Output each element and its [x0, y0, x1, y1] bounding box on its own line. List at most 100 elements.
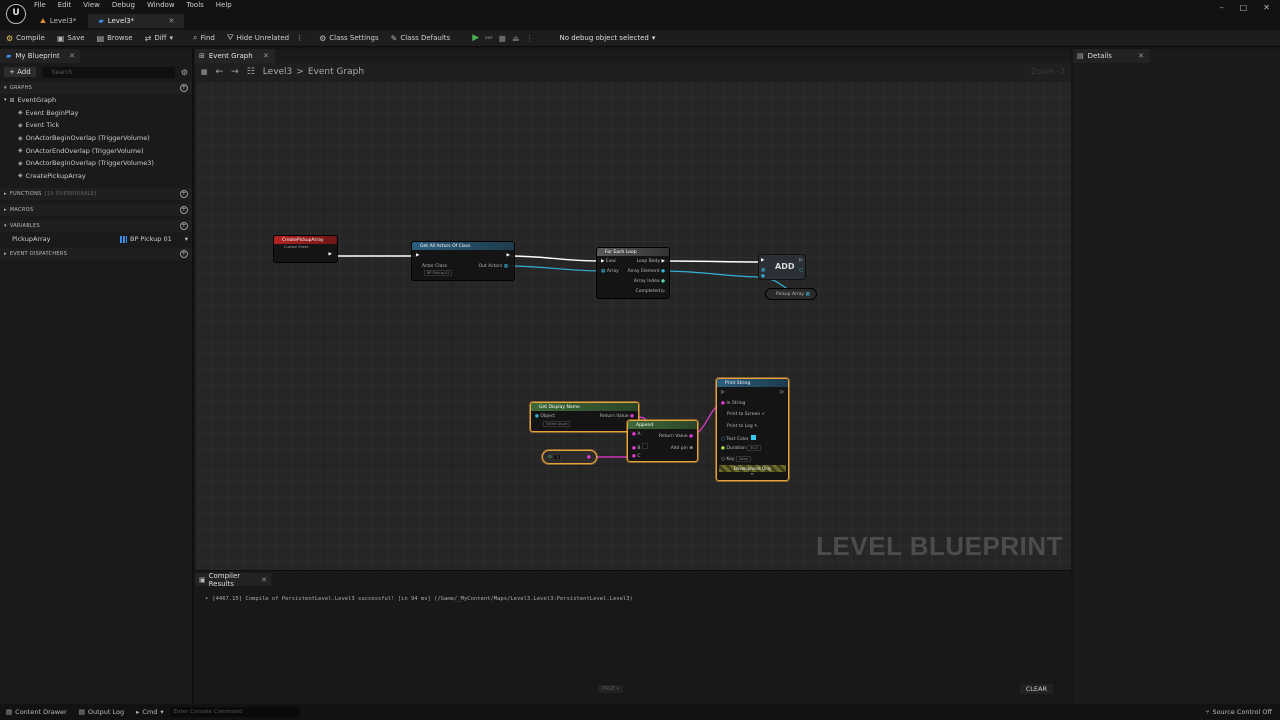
variable-type[interactable]: BP Pickup 01 ▾ [119, 235, 188, 243]
add-graph-icon[interactable]: + [180, 84, 188, 92]
graph-canvas[interactable]: CreatePickupArray Custom Event ▶ Get All… [195, 81, 1071, 570]
select-asset-dropdown[interactable]: Select Asset [543, 421, 571, 427]
class-defaults-button[interactable]: ✎ Class Defaults [385, 30, 457, 47]
add-item-pin-icon[interactable]: ● [761, 274, 765, 279]
diff-button[interactable]: ⇄ Diff ▾ [139, 30, 179, 47]
variables-section-header[interactable]: ▾ VARIABLES + [0, 220, 192, 233]
find-button[interactable]: ⌕ Find [187, 30, 221, 47]
text-color-pin[interactable]: ○ Text Color [721, 435, 756, 442]
breadcrumb-level3[interactable]: Level3 [263, 67, 292, 77]
menu-tools[interactable]: Tools [187, 1, 204, 9]
menu-view[interactable]: View [83, 1, 100, 9]
append-b-pin[interactable]: ● B [632, 443, 649, 451]
pickup-array-pin[interactable]: Pickup Array ▦ [776, 292, 810, 297]
append-a-pin[interactable]: ● A [632, 432, 640, 437]
stop-icon[interactable]: ■ [498, 34, 506, 43]
macros-section-header[interactable]: ▸ MACROS + [0, 204, 192, 217]
compile-button[interactable]: ⚙ Compile [0, 30, 51, 47]
class-settings-button[interactable]: ⚙ Class Settings [313, 30, 385, 47]
print-to-log-pin[interactable]: Print to Log ↖ [727, 424, 758, 429]
color-swatch[interactable] [750, 435, 756, 440]
maximize-button[interactable]: □ [1240, 3, 1248, 12]
more-options-icon[interactable]: ⋮ [296, 34, 303, 42]
foreach-exec-pin[interactable]: ▶ Exec [601, 259, 617, 264]
duration-input[interactable]: 60.0 [747, 445, 762, 451]
out-actors-pin[interactable]: Out Actors ▦ [479, 264, 508, 269]
step-icon[interactable]: ⏭ [485, 33, 492, 43]
close-tab-icon[interactable]: ✕ [1138, 52, 1144, 60]
tree-item-event-beginplay[interactable]: ◈ Event BeginPlay [0, 107, 192, 120]
node-append[interactable]: Append ● A ● B ● C Return Value ● Add pi… [627, 420, 698, 462]
actor-class-value[interactable]: BP Pickup 01 [424, 270, 453, 276]
browse-button[interactable]: ▤ Browse [91, 30, 139, 47]
breadcrumb-event-graph[interactable]: Event Graph [308, 67, 364, 77]
add-variable-icon[interactable]: + [180, 222, 188, 231]
close-tab-icon[interactable]: ✕ [168, 17, 174, 25]
close-tab-icon[interactable]: ✕ [261, 576, 267, 584]
hierarchy-icon[interactable]: ☷ [247, 67, 255, 77]
search-input[interactable]: Search [41, 66, 175, 78]
page-button[interactable]: PAGE ▾ [598, 685, 624, 693]
tree-item-begin-overlap-3[interactable]: ◈ OnActorBeginOverlap (TriggerVolume3) [0, 157, 192, 170]
functions-section-header[interactable]: ▸ FUNCTIONS (19 OVERRIDABLE) + [0, 188, 192, 201]
exec-out-pin-icon[interactable]: ▶ [507, 253, 510, 258]
gear-icon[interactable]: ⚙ [181, 68, 188, 77]
minimize-button[interactable]: – [1220, 3, 1224, 12]
output-log-button[interactable]: ▤ Output Log [73, 708, 130, 716]
clear-button[interactable]: CLEAR [1019, 684, 1053, 694]
add-index-pin-icon[interactable]: ○ [799, 268, 803, 273]
menu-file[interactable]: File [34, 1, 46, 9]
close-tab-icon[interactable]: ✕ [69, 52, 75, 60]
compiler-results-tab[interactable]: ▣ Compiler Results ✕ [195, 572, 271, 588]
actor-class-dropdown[interactable]: BP Pickup 01 [424, 270, 453, 276]
add-button[interactable]: + Add [4, 67, 36, 77]
doc-tab-level3-map[interactable]: ⛰ Level3* [30, 14, 86, 28]
menu-debug[interactable]: Debug [112, 1, 135, 9]
print-exec-out-icon[interactable]: ▷ [781, 390, 784, 395]
return-value-pin[interactable]: Return Value ● [600, 414, 634, 419]
content-drawer-button[interactable]: ▤ Content Drawer [0, 708, 73, 716]
literal-pin[interactable]: ⊙ 1 ● [548, 454, 591, 460]
foreach-completed-pin[interactable]: Completed ▷ [636, 289, 665, 294]
close-tab-icon[interactable]: ✕ [263, 52, 269, 60]
duration-pin[interactable]: ● Duration 60.0 [721, 445, 762, 451]
tree-item-end-overlap[interactable]: ◈ OnActorEndOverlap (TriggerVolume) [0, 144, 192, 157]
key-pin[interactable]: ○ Key None [721, 456, 752, 462]
my-blueprint-tab[interactable]: ▰ My Blueprint ✕ [0, 49, 80, 63]
add-exec-in-icon[interactable]: ▶ [761, 258, 764, 263]
hide-unrelated-button[interactable]: ⛛ Hide Unrelated ⋮ [221, 30, 309, 47]
menu-window[interactable]: Window [147, 1, 175, 9]
add-array-pin-icon[interactable]: ▦ [761, 268, 765, 273]
exec-in-pin-icon[interactable]: ▶ [416, 253, 419, 258]
foreach-array-index-pin[interactable]: Array Index ● [634, 279, 665, 284]
tree-item-create-pickup-array[interactable]: ◈ CreatePickupArray [0, 170, 192, 183]
node-get-all-actors[interactable]: Get All Actors Of Class ▶ ▶ Actor Class … [411, 241, 515, 281]
details-tab[interactable]: ▤ Details ✕ [1073, 49, 1150, 63]
close-window-button[interactable]: ✕ [1263, 3, 1270, 12]
graphs-section-header[interactable]: ▾ GRAPHS + [0, 82, 192, 94]
node-custom-event[interactable]: CreatePickupArray Custom Event ▶ [273, 235, 338, 263]
append-return-pin[interactable]: Return Value ● [659, 434, 693, 439]
add-pin-button[interactable]: Add pin ⊕ [671, 446, 693, 451]
append-c-pin[interactable]: ● C [632, 454, 641, 459]
back-arrow-icon[interactable]: ← [216, 67, 224, 77]
node-literal[interactable]: ⊙ 1 ● [542, 450, 597, 464]
foreach-loop-body-pin[interactable]: Loop Body ▶ [637, 259, 666, 264]
debug-object-dropdown[interactable]: No debug object selected ▾ [555, 32, 659, 45]
add-dispatcher-icon[interactable]: + [180, 250, 188, 259]
tree-item-begin-overlap[interactable]: ◈ OnActorBeginOverlap (TriggerVolume) [0, 132, 192, 145]
add-function-icon[interactable]: + [180, 190, 188, 199]
node-for-each-loop[interactable]: For Each Loop ▶ Exec ▦ Array Loop Body ▶… [596, 247, 670, 299]
collapse-chevron-icon[interactable]: ^ [750, 473, 754, 479]
graph-menu-icon[interactable]: ▦ [201, 68, 208, 76]
append-b-input[interactable] [642, 443, 649, 449]
play-icon[interactable]: ▶ [472, 33, 479, 43]
key-input[interactable]: None [735, 456, 752, 462]
literal-input[interactable]: 1 [553, 454, 562, 460]
exec-out-pin-icon[interactable]: ▶ [329, 252, 332, 257]
actor-class-pin[interactable]: Actor Class [422, 264, 447, 269]
add-macro-icon[interactable]: + [180, 206, 188, 215]
console-input[interactable]: Enter Console Command [169, 707, 300, 717]
more-options-icon[interactable]: ⋮ [525, 34, 533, 43]
print-to-screen-pin[interactable]: Print to Screen ✓ [727, 412, 765, 417]
